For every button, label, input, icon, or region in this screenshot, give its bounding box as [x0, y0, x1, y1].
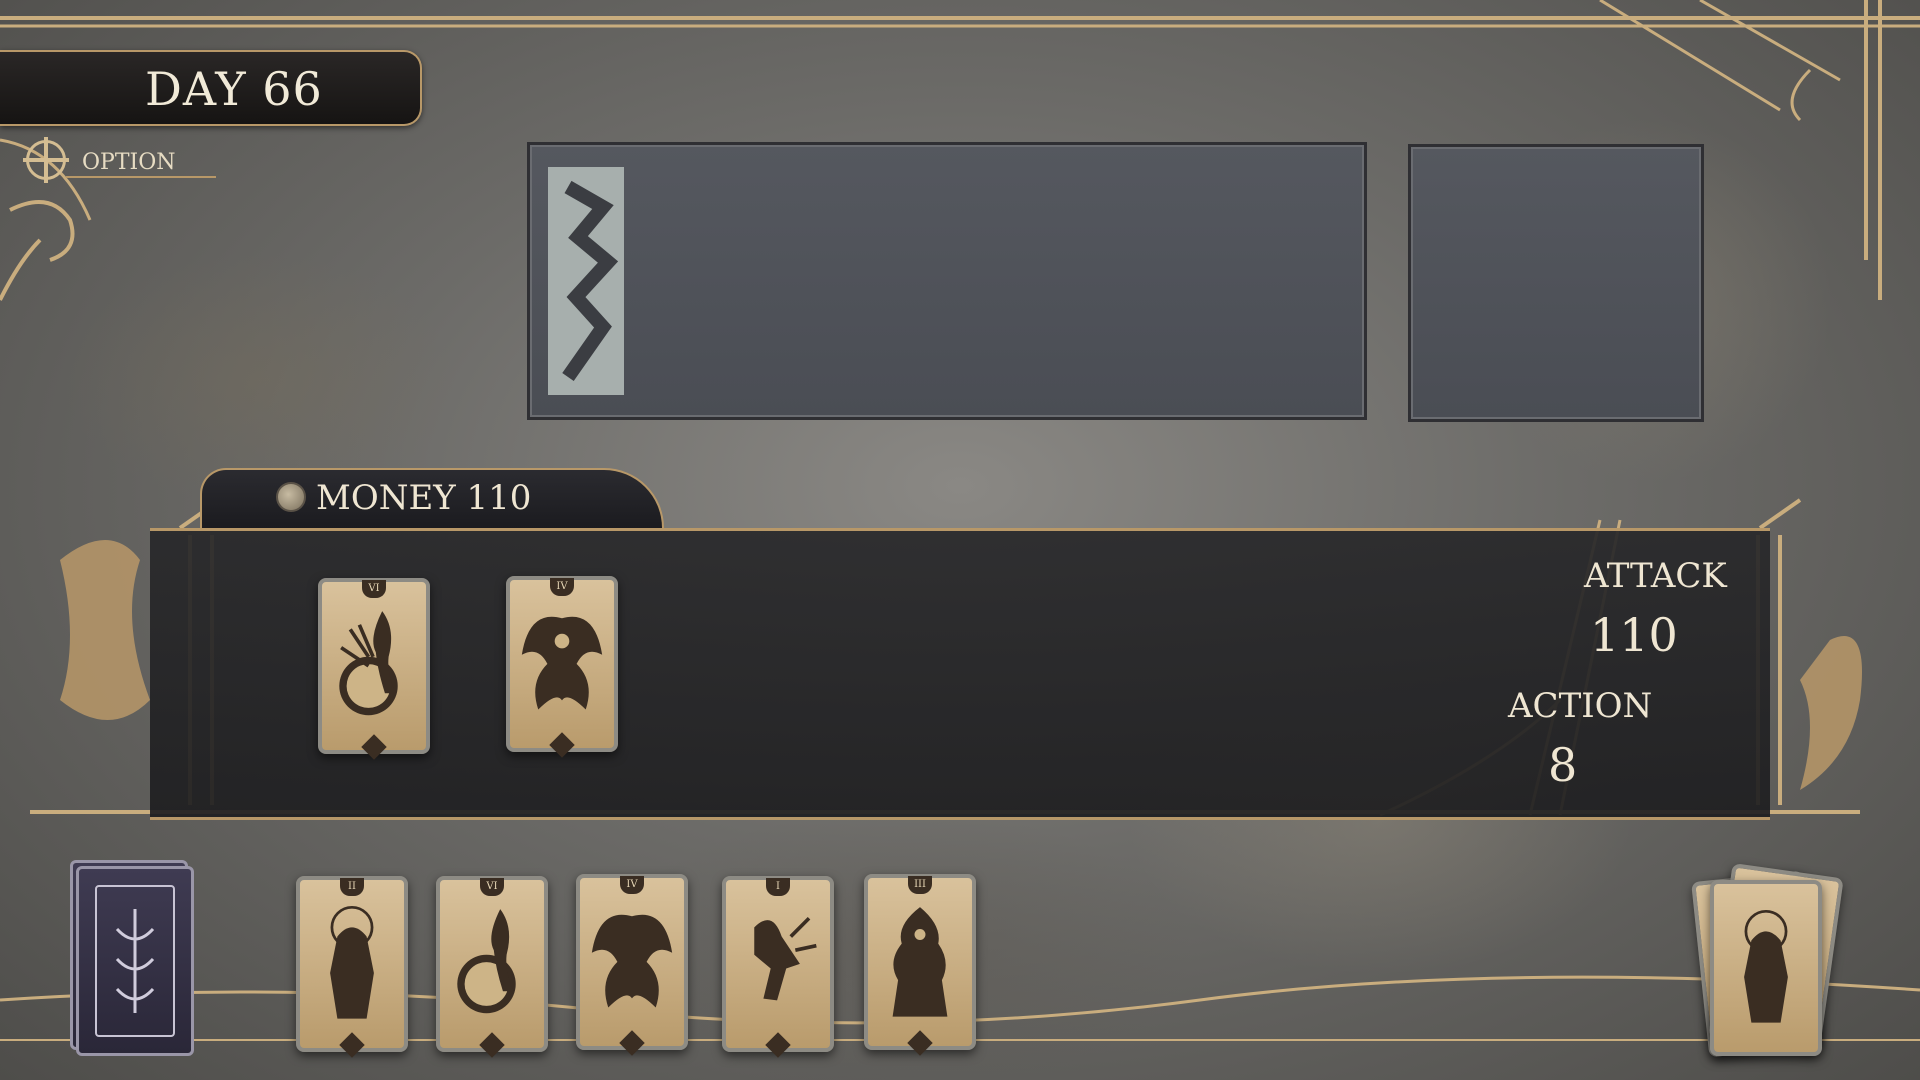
action-label: ACTION [1508, 686, 1653, 726]
card-numeral: III [908, 876, 932, 894]
info-panel-side [1408, 144, 1704, 422]
winged-demon-icon [591, 914, 673, 1008]
armored-knight-icon [330, 905, 374, 1019]
card-numeral: VI [362, 580, 386, 598]
draw-deck[interactable] [70, 860, 200, 1060]
hand-card[interactable]: II [296, 876, 408, 1058]
card-numeral: IV [620, 876, 644, 894]
card-numeral: IV [550, 578, 574, 596]
running-figure-icon [754, 916, 817, 1001]
dancer-globe-icon [339, 611, 398, 716]
card-numeral: I [766, 878, 790, 896]
discard-pile[interactable] [1691, 860, 1860, 1060]
option-button[interactable]: OPTION [22, 137, 216, 183]
hand-card[interactable]: IV [576, 874, 688, 1056]
action-value: 8 [1548, 738, 1578, 792]
attack-label: ATTACK [1584, 556, 1727, 596]
card-numeral: VI [480, 878, 504, 896]
board-card[interactable]: IV [506, 576, 618, 758]
hand-card[interactable]: III [864, 874, 976, 1056]
info-panel-main [527, 142, 1367, 420]
day-counter: DAY 66 [145, 62, 323, 116]
card-numeral: II [340, 878, 364, 896]
attack-value: 110 [1590, 608, 1678, 662]
money-counter: MONEY 110 [316, 478, 532, 518]
deck-card-back [76, 866, 194, 1056]
option-label: OPTION [82, 150, 176, 175]
option-underline [66, 176, 216, 178]
board-card[interactable]: VI [318, 578, 430, 760]
discard-card [1710, 880, 1822, 1056]
winged-demon-icon [521, 616, 603, 710]
gear-icon [23, 137, 69, 183]
armored-knight-icon [1744, 909, 1788, 1023]
hand-card[interactable]: VI [436, 876, 548, 1058]
flame-giant-icon [892, 907, 948, 1017]
deck-emblem-icon [115, 909, 155, 1013]
dancer-globe-icon [457, 909, 516, 1014]
rune-icon [548, 167, 624, 395]
coin-icon [276, 482, 306, 512]
hand-card[interactable]: I [722, 876, 834, 1058]
